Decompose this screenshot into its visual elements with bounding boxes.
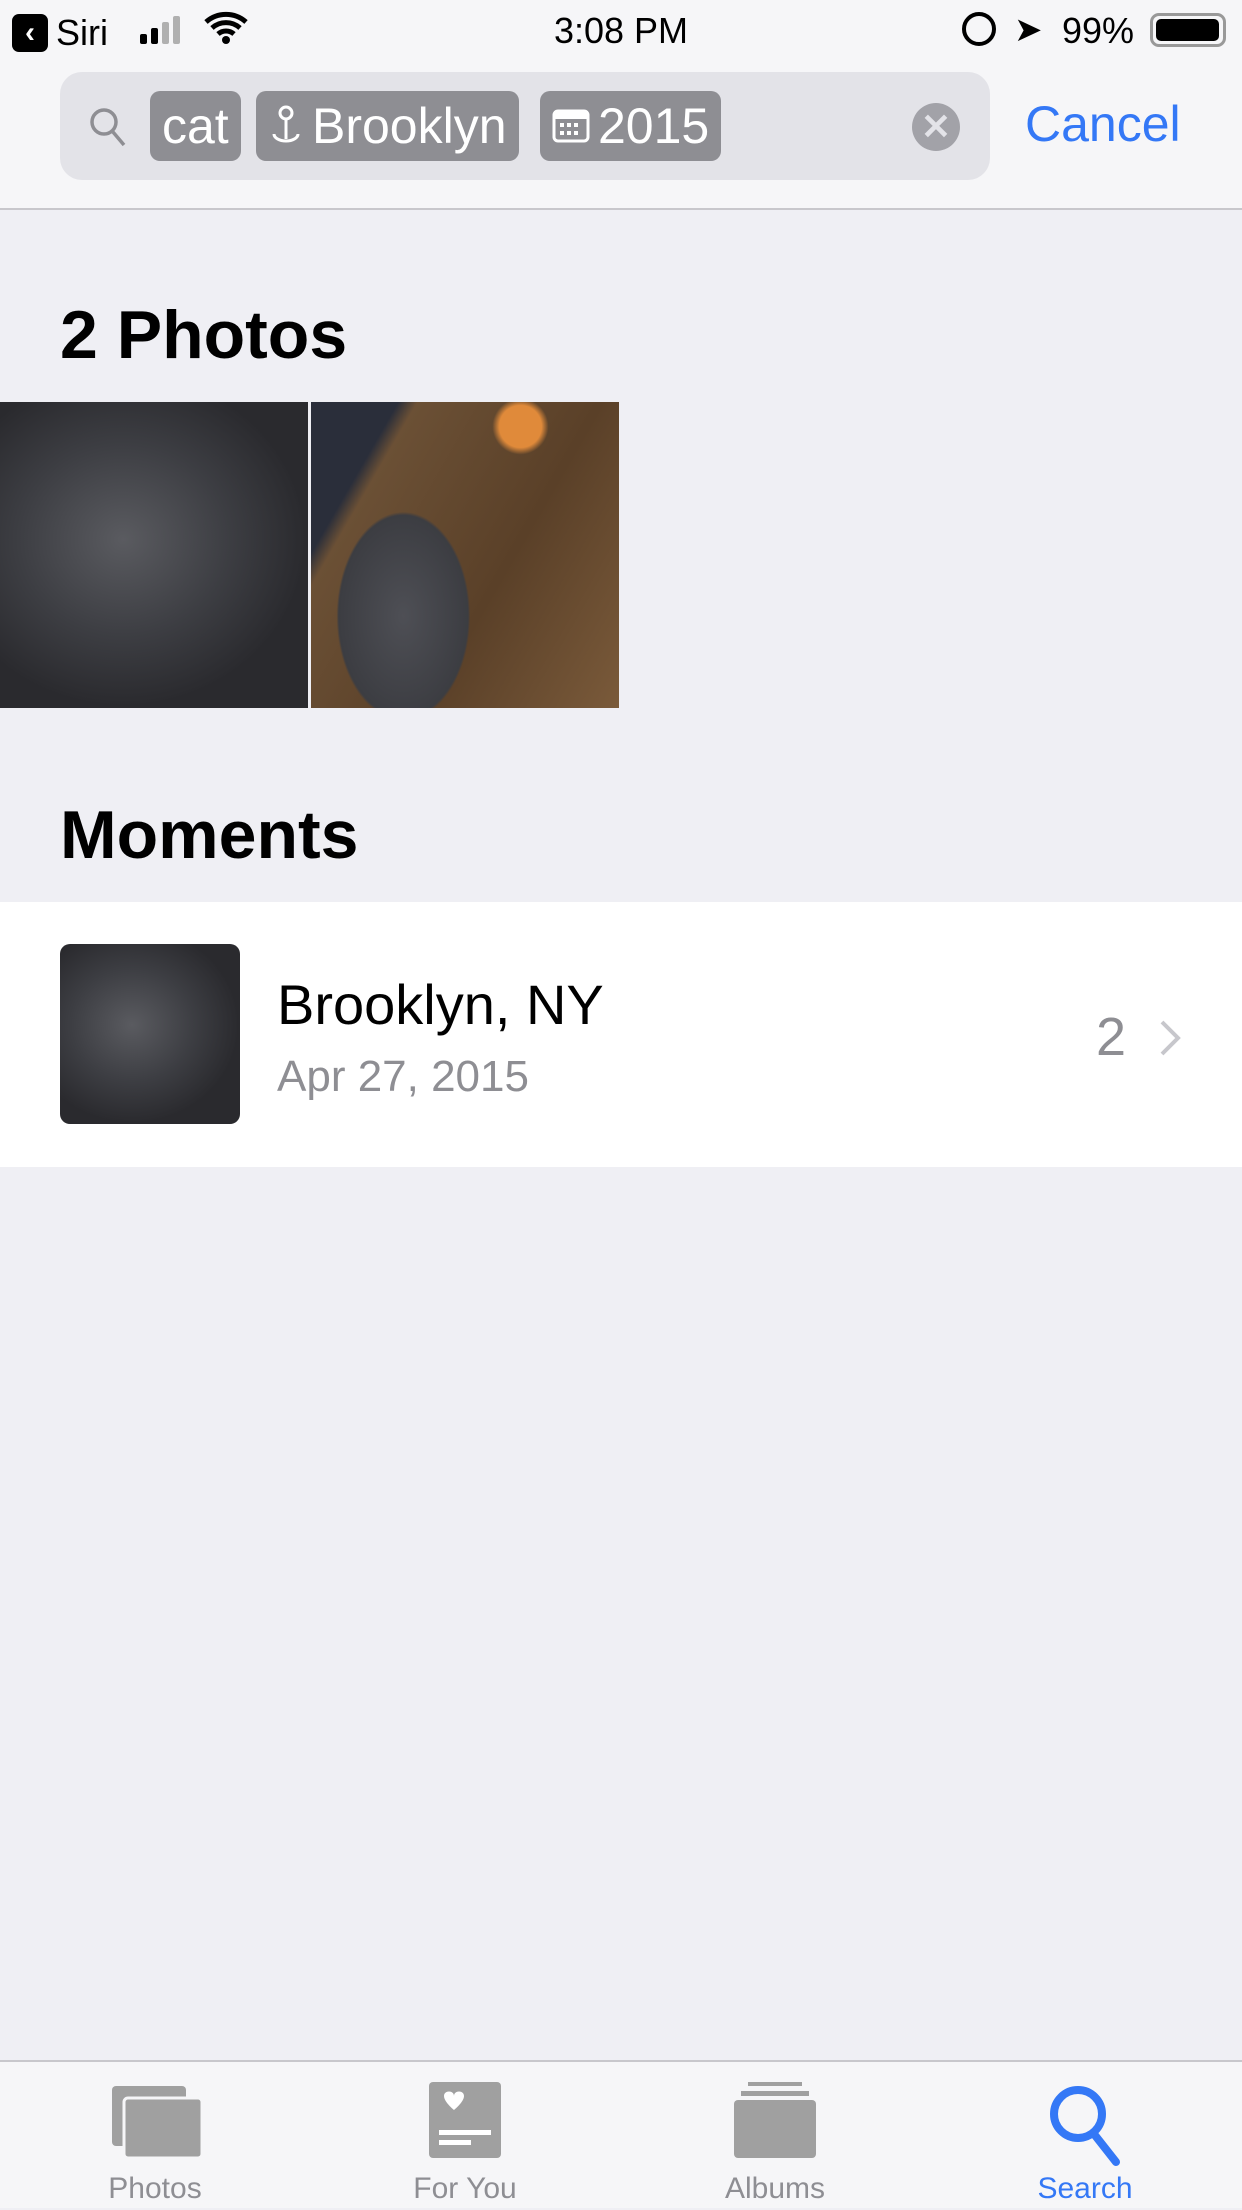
search-icon [1050, 2086, 1120, 2166]
battery-percent: 99% [1062, 10, 1135, 51]
close-icon: ✕ [920, 106, 952, 147]
tab-photos[interactable]: Photos [0, 2062, 310, 2210]
chevron-right-icon [1160, 1020, 1181, 1056]
search-field[interactable]: cat Brooklyn 2015 ✕ [60, 72, 990, 180]
moment-count: 2 [1096, 1007, 1127, 1067]
status-bar: ‹ Siri 3:08 PM ➤ 99% [0, 0, 1242, 62]
photos-section-title: 2 Photos [60, 297, 348, 373]
calendar-icon [552, 109, 590, 143]
search-header: cat Brooklyn 2015 ✕ Cancel [0, 62, 1242, 210]
search-token-2015[interactable]: 2015 [540, 91, 722, 161]
photos-icon [112, 2086, 202, 2158]
search-token-cat[interactable]: cat [150, 91, 241, 161]
moment-row[interactable]: Brooklyn, NY Apr 27, 2015 2 [0, 902, 1242, 1167]
clock: 3:08 PM [553, 10, 689, 51]
moments-section-title: Moments [60, 797, 359, 873]
tab-for-you[interactable]: For You [310, 2062, 620, 2210]
battery-icon [1150, 13, 1226, 47]
photo-thumbnail[interactable] [311, 402, 619, 708]
search-icon [90, 108, 126, 147]
cancel-button[interactable]: Cancel [1025, 92, 1181, 156]
tab-search[interactable]: Search [930, 2062, 1240, 2210]
for-you-icon [429, 2082, 501, 2158]
photo-thumbnail[interactable] [0, 402, 308, 708]
clear-search-button[interactable]: ✕ [912, 103, 960, 151]
tab-albums[interactable]: Albums [620, 2062, 930, 2210]
location-arrow-icon: ➤ [1014, 11, 1043, 49]
tab-bar: Photos For You Albums Search [0, 2060, 1242, 2208]
albums-icon [734, 2082, 816, 2158]
search-token-brooklyn[interactable]: Brooklyn [256, 91, 519, 161]
moment-date: Apr 27, 2015 [277, 1052, 529, 1101]
moment-title: Brooklyn, NY [277, 973, 604, 1036]
location-pin-icon [272, 105, 300, 143]
moment-thumbnail [60, 944, 240, 1124]
orientation-lock-icon [962, 12, 996, 46]
